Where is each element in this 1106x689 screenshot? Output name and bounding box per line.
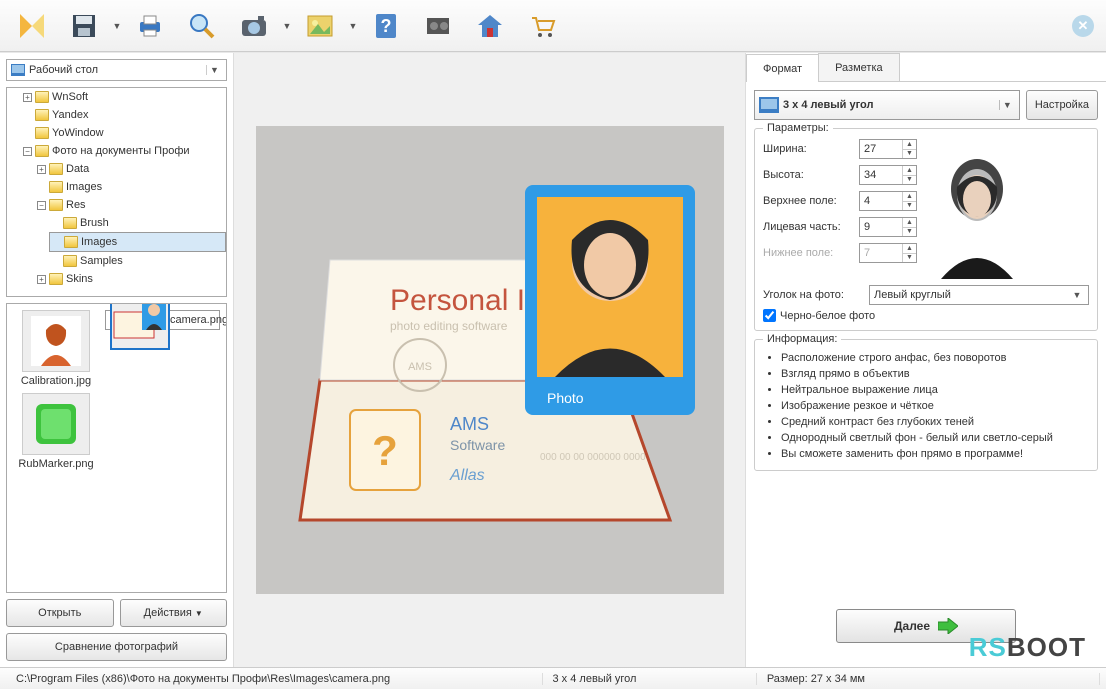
- svg-text:AMS: AMS: [408, 361, 432, 373]
- svg-text:Software: Software: [450, 437, 505, 453]
- thumbnail-grid: Calibration.jpg camera.png RubMarker.png: [6, 303, 227, 593]
- params-group: Параметры: Ширина:27▲▼ Высота:34▲▼ Верхн…: [754, 128, 1098, 331]
- tree-node[interactable]: YoWindow: [21, 124, 226, 142]
- save-icon[interactable]: [60, 4, 108, 48]
- bw-checkbox[interactable]: Черно-белое фото: [763, 309, 1089, 322]
- search-icon[interactable]: [178, 4, 226, 48]
- tree-node-selected[interactable]: Images: [49, 232, 226, 252]
- svg-text:AMS: AMS: [450, 414, 489, 434]
- video-icon[interactable]: [414, 4, 462, 48]
- tree-node[interactable]: +Data: [35, 160, 226, 178]
- thumb-label: camera.png: [170, 314, 227, 326]
- preview-sub: photo editing software: [390, 319, 508, 333]
- cart-icon[interactable]: [518, 4, 566, 48]
- tree-node[interactable]: Brush: [49, 214, 226, 232]
- tree-node[interactable]: Images: [35, 178, 226, 196]
- height-spinner[interactable]: 34▲▼: [859, 165, 917, 185]
- compare-button[interactable]: Сравнение фотографий: [6, 633, 227, 661]
- info-group: Информация: Расположение строго анфас, б…: [754, 339, 1098, 471]
- folder-tree[interactable]: +WnSoft Yandex YoWindow −Фото на докумен…: [6, 87, 227, 297]
- tree-node[interactable]: +WnSoft: [21, 88, 226, 106]
- chevron-down-icon[interactable]: ▼: [999, 100, 1015, 110]
- tree-node[interactable]: −Фото на документы Профи: [21, 142, 226, 160]
- thumb-item[interactable]: Calibration.jpg: [13, 310, 99, 387]
- status-size: Размер: 27 x 34 мм: [757, 673, 1100, 685]
- info-item: Однородный светлый фон - белый или светл…: [781, 430, 1089, 446]
- info-item: Нейтральное выражение лица: [781, 382, 1089, 398]
- chevron-down-icon[interactable]: ▼: [206, 65, 222, 75]
- info-item: Взгляд прямо в объектив: [781, 366, 1089, 382]
- svg-text:000 00 00 000000 0000: 000 00 00 000000 0000: [540, 452, 646, 463]
- status-bar: C:\Program Files (x86)\Фото на документы…: [0, 667, 1106, 689]
- tree-node[interactable]: −Res: [35, 196, 226, 214]
- home-icon[interactable]: [466, 4, 514, 48]
- image-dropdown[interactable]: ▼: [348, 21, 358, 31]
- info-item: Расположение строго анфас, без поворотов: [781, 350, 1089, 366]
- info-item: Вы сможете заменить фон прямо в программ…: [781, 446, 1089, 462]
- close-panel-icon[interactable]: ✕: [1072, 15, 1094, 37]
- face-spinner[interactable]: 9▲▼: [859, 217, 917, 237]
- settings-button[interactable]: Настройка: [1026, 90, 1098, 120]
- open-button[interactable]: Открыть: [6, 599, 114, 627]
- info-item: Изображение резкое и чёткое: [781, 398, 1089, 414]
- status-format: 3 x 4 левый угол: [543, 673, 757, 685]
- format-select[interactable]: 3 x 4 левый угол ▼: [754, 90, 1020, 120]
- image-icon[interactable]: [296, 4, 344, 48]
- thumb-label: RubMarker.png: [13, 458, 99, 470]
- tree-node[interactable]: +Skins: [35, 270, 226, 288]
- main-toolbar: ▼ ▼ ▼ ? ✕: [0, 0, 1106, 52]
- arrow-right-icon: [938, 618, 958, 634]
- status-path: C:\Program Files (x86)\Фото на документы…: [6, 673, 543, 685]
- top-spinner[interactable]: 4▲▼: [859, 191, 917, 211]
- preview-image: Personal ID photo editing software AMS ?…: [256, 126, 724, 594]
- thumb-item-selected[interactable]: camera.png: [105, 310, 220, 330]
- sample-photo: [927, 139, 1027, 279]
- open-icon[interactable]: [8, 4, 56, 48]
- tab-layout[interactable]: Разметка: [818, 53, 900, 81]
- svg-text:?: ?: [381, 16, 392, 36]
- right-panel: Формат Разметка 3 x 4 левый угол ▼ Настр…: [746, 53, 1106, 667]
- camera-icon[interactable]: [230, 4, 278, 48]
- camera-dropdown[interactable]: ▼: [282, 21, 292, 31]
- tree-node[interactable]: Yandex: [21, 106, 226, 124]
- brand-logo: RSBOOT: [969, 632, 1086, 663]
- actions-button[interactable]: Действия ▼: [120, 599, 228, 627]
- bottom-spinner: 7▲▼: [859, 243, 917, 263]
- save-dropdown[interactable]: ▼: [112, 21, 122, 31]
- svg-text:Photo: Photo: [547, 390, 584, 406]
- tree-node[interactable]: Samples: [49, 252, 226, 270]
- width-spinner[interactable]: 27▲▼: [859, 139, 917, 159]
- svg-text:Allas: Allas: [449, 467, 485, 484]
- sidebar: Рабочий стол ▼ +WnSoft Yandex YoWindow −…: [0, 53, 234, 667]
- svg-text:?: ?: [372, 427, 398, 474]
- tab-format[interactable]: Формат: [746, 54, 819, 82]
- location-label: Рабочий стол: [29, 64, 98, 76]
- preview-area: Personal ID photo editing software AMS ?…: [234, 53, 746, 667]
- info-item: Средний контраст без глубоких теней: [781, 414, 1089, 430]
- help-icon[interactable]: ?: [362, 4, 410, 48]
- location-combo[interactable]: Рабочий стол ▼: [6, 59, 227, 81]
- thumb-item[interactable]: RubMarker.png: [13, 393, 99, 470]
- thumb-label: Calibration.jpg: [13, 375, 99, 387]
- preview-title: Personal ID: [390, 284, 547, 317]
- corner-select[interactable]: Левый круглый▼: [869, 285, 1089, 305]
- print-icon[interactable]: [126, 4, 174, 48]
